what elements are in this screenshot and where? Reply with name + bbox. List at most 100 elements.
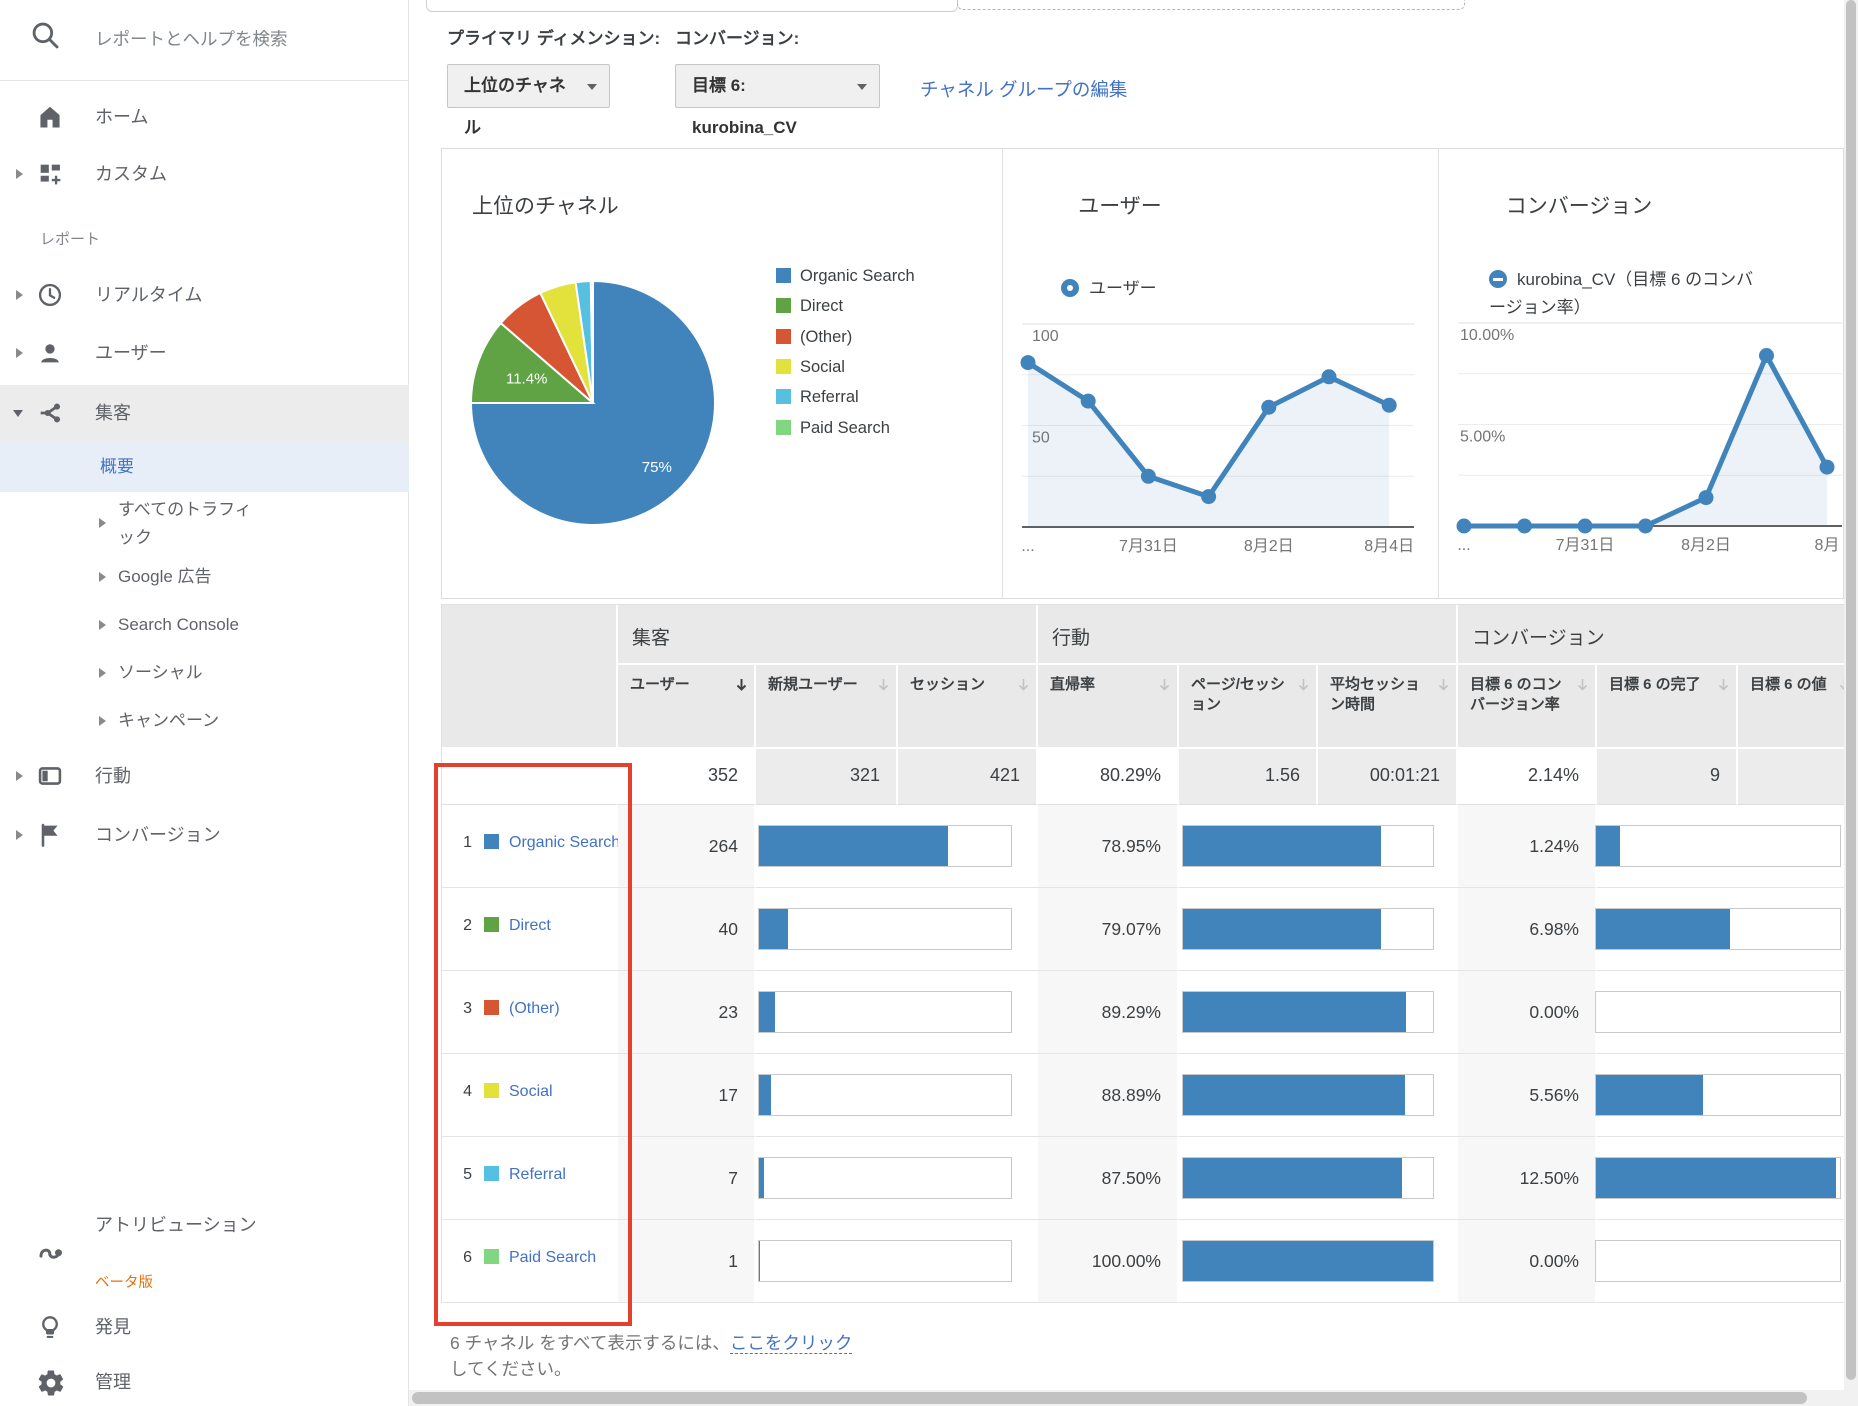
expand-icon[interactable] bbox=[99, 716, 106, 726]
primary-dimension-label: プライマリ ディメンション: bbox=[447, 24, 660, 49]
expand-icon[interactable] bbox=[99, 620, 106, 630]
chevron-down-icon bbox=[587, 84, 597, 90]
legend-item-Referral[interactable]: Referral bbox=[776, 383, 859, 411]
table-row-label-Referral: 5Referral bbox=[442, 1137, 618, 1220]
sidebar-item-行動[interactable]: 行動 bbox=[0, 749, 409, 803]
sidebar-item-Search Console[interactable]: Search Console bbox=[0, 601, 409, 649]
data-point[interactable] bbox=[1201, 489, 1216, 504]
expand-icon[interactable] bbox=[16, 169, 23, 179]
column-header-セッション[interactable]: セッション bbox=[898, 665, 1038, 749]
users-line-chart[interactable]: 10050...7月31日8月2日8月4日 bbox=[1004, 300, 1416, 567]
column-header-新規ユーザー[interactable]: 新規ユーザー bbox=[756, 665, 898, 749]
data-point[interactable] bbox=[1081, 394, 1096, 409]
data-point[interactable] bbox=[1517, 519, 1532, 534]
data-point[interactable] bbox=[1820, 460, 1835, 475]
sidebar-item-ユーザー[interactable]: ユーザー bbox=[0, 326, 409, 380]
channel-link[interactable]: Paid Search bbox=[509, 1249, 596, 1266]
data-point[interactable] bbox=[1759, 348, 1774, 363]
data-point[interactable] bbox=[1457, 519, 1472, 534]
sort-arrow-icon[interactable] bbox=[1158, 677, 1171, 693]
primary-dimension-dropdown[interactable]: 上位のチャネル bbox=[447, 64, 610, 108]
sidebar-item-管理[interactable]: 管理 bbox=[0, 1358, 409, 1406]
users-legend[interactable]: ユーザー bbox=[1061, 274, 1157, 299]
sort-arrow-icon[interactable] bbox=[1717, 677, 1730, 693]
pie-legend: Organic SearchDirect (Other)SocialReferra… bbox=[776, 262, 996, 462]
expand-icon[interactable] bbox=[99, 518, 106, 528]
data-point[interactable] bbox=[1382, 398, 1397, 413]
segment-box-partial[interactable] bbox=[426, 0, 958, 12]
column-header-ユーザー[interactable]: ユーザー bbox=[618, 665, 756, 749]
legend-item-Paid Search[interactable]: Paid Search bbox=[776, 414, 890, 442]
horizontal-scrollbar-thumb[interactable] bbox=[412, 1392, 1807, 1404]
totals-value: 321 bbox=[756, 749, 898, 805]
add-segment-box-partial[interactable] bbox=[957, 0, 1465, 10]
channels-pie-chart[interactable]: 75%11.4% bbox=[428, 240, 758, 575]
bounce-rate-value: 100.00% bbox=[1038, 1220, 1179, 1303]
channel-link[interactable]: Referral bbox=[509, 1166, 566, 1183]
data-point[interactable] bbox=[1322, 369, 1337, 384]
column-header-直帰率[interactable]: 直帰率 bbox=[1038, 665, 1179, 749]
expand-icon[interactable] bbox=[16, 830, 23, 840]
behavior-icon bbox=[36, 762, 64, 790]
conversion-dropdown[interactable]: 目標 6: kurobina_CV bbox=[675, 64, 880, 108]
channel-link[interactable]: Direct bbox=[509, 917, 551, 934]
sidebar-item-ソーシャル[interactable]: ソーシャル bbox=[0, 649, 409, 697]
sidebar-item-概要[interactable]: 概要 bbox=[0, 441, 409, 492]
bounce-rate-bar bbox=[1179, 888, 1458, 971]
edit-channel-group-link[interactable]: チャネル グループの編集 bbox=[920, 76, 1127, 102]
expand-icon[interactable] bbox=[16, 771, 23, 781]
sidebar-item-発見[interactable]: 発見 bbox=[0, 1300, 409, 1354]
search-input[interactable]: レポートとヘルプを検索 bbox=[95, 26, 288, 51]
vertical-scrollbar-thumb[interactable] bbox=[1846, 0, 1856, 1380]
data-point[interactable] bbox=[1261, 400, 1276, 415]
sort-arrow-icon[interactable] bbox=[877, 677, 890, 693]
pie-slice-label: 75% bbox=[642, 459, 672, 476]
legend-item-(Other)[interactable]: (Other) bbox=[776, 323, 852, 351]
sort-arrow-icon[interactable] bbox=[1576, 677, 1589, 693]
column-header-平均セッション時間[interactable]: 平均セッション時間 bbox=[1318, 665, 1458, 749]
search-icon[interactable] bbox=[28, 18, 62, 57]
sort-arrow-icon[interactable] bbox=[1017, 677, 1030, 693]
horizontal-scrollbar[interactable] bbox=[409, 1390, 1858, 1406]
channel-link[interactable]: (Other) bbox=[509, 1000, 560, 1017]
sort-arrow-icon[interactable] bbox=[1297, 677, 1310, 693]
sidebar-item-コンバージョン[interactable]: コンバージョン bbox=[0, 808, 409, 862]
sidebar-item-アトリビューション[interactable]: アトリビューションベータ版 bbox=[0, 1203, 409, 1300]
sidebar-item-キャンペーン[interactable]: キャンペーン bbox=[0, 697, 409, 745]
collapse-icon[interactable] bbox=[13, 410, 23, 417]
data-point[interactable] bbox=[1578, 519, 1593, 534]
column-header-目標 6 の完了[interactable]: 目標 6 の完了 bbox=[1597, 665, 1738, 749]
sidebar-item-ホーム[interactable]: ホーム bbox=[0, 90, 409, 144]
column-header-ページ/セッション[interactable]: ページ/セッション bbox=[1179, 665, 1318, 749]
legend-item-Organic Search[interactable]: Organic Search bbox=[776, 262, 915, 290]
channel-link[interactable]: Organic Search bbox=[509, 834, 618, 851]
sidebar-item-集客[interactable]: 集客 bbox=[0, 385, 409, 441]
channel-link[interactable]: Social bbox=[509, 1083, 553, 1100]
expand-icon[interactable] bbox=[16, 290, 23, 300]
conversions-line-chart[interactable]: 10.00%5.00%...7月31日8月2日8月 bbox=[1450, 300, 1844, 567]
sort-arrow-icon[interactable] bbox=[735, 677, 748, 693]
data-point[interactable] bbox=[1699, 490, 1714, 505]
legend-item-Social[interactable]: Social bbox=[776, 353, 845, 381]
sidebar-item-すべてのトラフィック[interactable]: すべてのトラフィック bbox=[0, 492, 409, 553]
expand-icon[interactable] bbox=[16, 348, 23, 358]
totals-value: 352 bbox=[618, 749, 756, 805]
x-axis-label: 8月 bbox=[1815, 537, 1840, 554]
bounce-rate-bar bbox=[1179, 805, 1458, 888]
sidebar-item-カスタム[interactable]: カスタム bbox=[0, 147, 409, 201]
expand-icon[interactable] bbox=[99, 668, 106, 678]
sidebar-item-リアルタイム[interactable]: リアルタイム bbox=[0, 268, 409, 322]
data-point[interactable] bbox=[1638, 519, 1653, 534]
flag-icon bbox=[36, 821, 64, 849]
data-point[interactable] bbox=[1021, 355, 1036, 370]
show-all-channels-link[interactable]: ここをクリック bbox=[730, 1333, 853, 1354]
sort-arrow-icon[interactable] bbox=[1437, 677, 1450, 693]
vertical-scrollbar[interactable] bbox=[1844, 0, 1858, 1406]
sidebar-item-Google 広告[interactable]: Google 広告 bbox=[0, 553, 409, 601]
column-header-目標 6 のコンバージョン率[interactable]: 目標 6 のコンバージョン率 bbox=[1458, 665, 1597, 749]
totals-value: 1.56 bbox=[1179, 749, 1318, 805]
expand-icon[interactable] bbox=[99, 572, 106, 582]
legend-item-Direct[interactable]: Direct bbox=[776, 292, 843, 320]
column-header-目標 6 の値[interactable]: 目標 6 の値 bbox=[1738, 665, 1858, 749]
data-point[interactable] bbox=[1141, 469, 1156, 484]
